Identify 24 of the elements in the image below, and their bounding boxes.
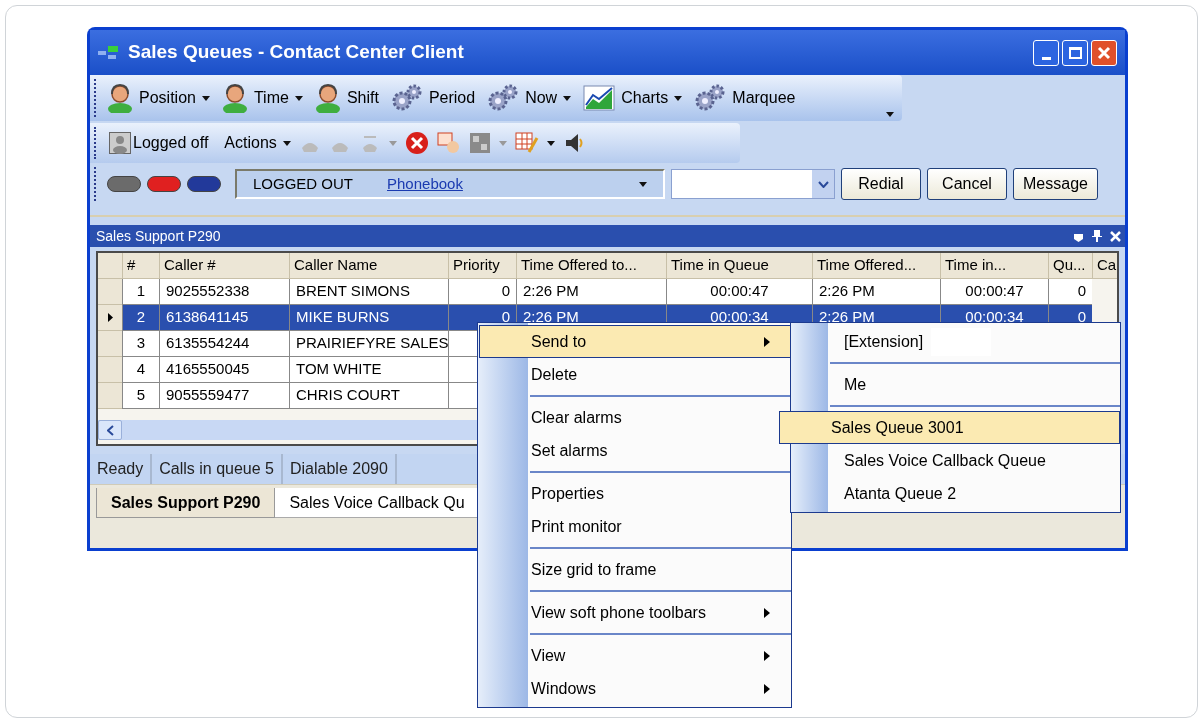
window-title: Sales Queues - Contact Center Client xyxy=(128,40,464,65)
grid-cell: 9025552338 xyxy=(159,279,289,305)
grid-cell: CHRIS COURT xyxy=(289,383,448,409)
grid-cell: 4165550045 xyxy=(159,357,289,383)
grid-cell: 9055559477 xyxy=(159,383,289,409)
grid-cell: 00:00:47 xyxy=(940,279,1048,305)
panel-title: Sales Support P290 xyxy=(96,226,221,246)
grid-cell: 00:00:47 xyxy=(666,279,812,305)
grid-cell: 6135554244 xyxy=(159,331,289,357)
grid-cell: 2:26 PM xyxy=(812,279,940,305)
grid-cell: 6138641145 xyxy=(159,305,289,331)
grid-cell: 0 xyxy=(448,279,516,305)
grid-cell: TOM WHITE xyxy=(289,357,448,383)
grid-cell: 4 xyxy=(122,357,159,383)
grid-cell: 0 xyxy=(1048,279,1092,305)
grid-cell: MIKE BURNS xyxy=(289,305,448,331)
grid-cell: 3 xyxy=(122,331,159,357)
grid-cell: 2:26 PM xyxy=(516,279,666,305)
grid-cell: 2 xyxy=(122,305,159,331)
grid-cell: BRENT SIMONS xyxy=(289,279,448,305)
grid-cell: 1 xyxy=(122,279,159,305)
call-status: LOGGED OUT xyxy=(253,173,353,194)
grid-cell: 5 xyxy=(122,383,159,409)
grid-cell: PRAIRIEFYRE SALES xyxy=(289,331,448,357)
